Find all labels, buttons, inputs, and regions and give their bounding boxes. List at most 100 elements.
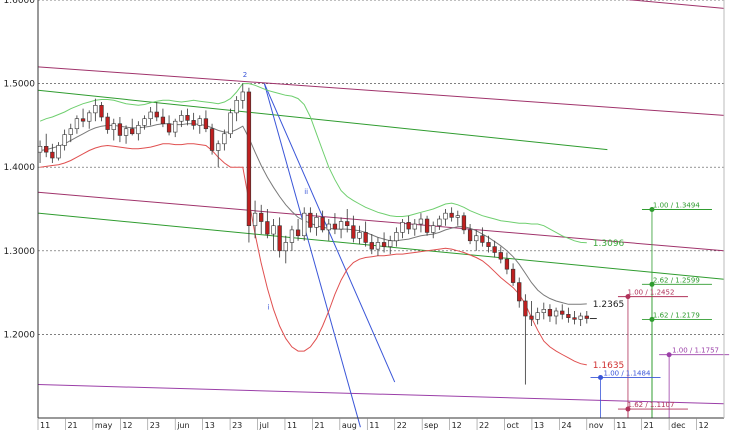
candle-bull (93, 105, 98, 114)
candle-bull (173, 120, 178, 133)
candle-bull (326, 223, 331, 231)
x-tick-label: 23 (232, 421, 242, 430)
x-tick-label: may (95, 421, 113, 430)
candle-bear (467, 229, 473, 242)
candle-bull (302, 212, 307, 237)
candle-bear (498, 252, 503, 260)
candle-bull (228, 112, 233, 135)
candle-bear (99, 105, 104, 118)
x-tick-label: jun (176, 421, 189, 430)
candle-bear (105, 116, 110, 130)
x-tick-label: 21 (644, 421, 654, 430)
x-tick-label: 12 (699, 421, 709, 430)
x-tick-label: 13 (205, 421, 215, 430)
candle-bull (197, 118, 202, 126)
x-tick-label: 11 (287, 421, 297, 430)
candle-bull (357, 232, 362, 239)
candle-bull (87, 112, 92, 122)
x-tick-label: 22 (479, 421, 489, 430)
candle-bear (369, 242, 374, 250)
chart-container: 1.00 / 1.3494 2.62 / 1.2599 1.62 / 1.2179 1… (0, 0, 730, 430)
candle-bull (455, 215, 460, 218)
candle-bear (424, 218, 430, 233)
candle-bear (517, 282, 522, 302)
candle-bull (553, 310, 559, 317)
x-tick-label: aug (342, 421, 357, 430)
candle-bear (560, 310, 565, 315)
candle-bear (154, 111, 159, 118)
x-tick-label: 11 (40, 421, 50, 430)
candle-bear (332, 223, 338, 230)
y-tick-label: 1.2000 (4, 330, 36, 340)
candle-bear (510, 268, 516, 283)
projection-label: 1.00 / 1.3494 (653, 202, 700, 210)
x-tick-label: dec (671, 421, 685, 430)
candle-bull (179, 115, 184, 122)
candle-bear (363, 232, 368, 243)
candle-bull (443, 212, 448, 220)
x-tick-label: 23 (150, 421, 160, 430)
candle-bear (259, 212, 264, 222)
x-tick-label: oct (506, 421, 518, 430)
candle-bear (381, 242, 387, 247)
candle-bull (535, 312, 540, 320)
candle-bull (283, 242, 288, 252)
candle-bull (56, 145, 61, 159)
candle-bull (474, 235, 479, 242)
candle-bull (142, 118, 147, 126)
candle-bear (44, 146, 49, 153)
projection-label: 1.62 / 1.1107 (628, 401, 675, 409)
candle-bear (523, 300, 528, 317)
projection-label: 1.00 / 1.1757 (672, 347, 719, 355)
candle-bear (480, 235, 485, 243)
candle-bear (166, 123, 172, 133)
candle-bull (314, 217, 319, 228)
candle-bear (492, 246, 497, 253)
candle-bull (123, 128, 129, 136)
candle-bear (246, 91, 252, 227)
candle-bear (572, 317, 577, 320)
candle-bull (271, 225, 276, 235)
candle-bear (547, 309, 553, 317)
candle-bull (234, 100, 239, 114)
candle-bear (461, 215, 467, 231)
projection-label: 1.00 / 1.2452 (628, 289, 675, 297)
candle-bear (191, 120, 196, 126)
x-tick-label: 11 (616, 421, 626, 430)
candle-bull (437, 218, 442, 227)
candle-bull (222, 133, 227, 145)
x-tick-label: 22 (397, 421, 407, 430)
price-chart: 1.00 / 1.3494 2.62 / 1.2599 1.62 / 1.2179 1… (0, 0, 730, 430)
projection-point (666, 352, 672, 358)
wave-label: i (267, 303, 269, 311)
candle-bear (449, 212, 454, 218)
candle-bull (62, 134, 67, 146)
wave-label: 2 (243, 71, 247, 79)
x-tick-label: 13 (534, 421, 544, 430)
upper-band-value-label: 1.3096 (593, 239, 625, 249)
candle-bear (160, 116, 166, 125)
projection-label: 2.62 / 1.2599 (653, 276, 700, 284)
candle-bear (117, 123, 123, 136)
candle-bear (320, 217, 325, 231)
lower-band-value-label: 1.1635 (593, 361, 625, 371)
candle-bear (209, 128, 215, 151)
candle-bear (345, 221, 350, 227)
x-tick-label: jul (259, 421, 270, 430)
x-tick-label: 21 (314, 421, 324, 430)
candle-bear (566, 314, 571, 318)
candle-bull (289, 229, 295, 243)
candle-bull (252, 212, 258, 227)
x-tick-label: nov (589, 421, 604, 430)
candle-bear (185, 115, 190, 121)
candle-bull (578, 315, 583, 320)
candle-bull (148, 111, 153, 120)
x-tick-label: 12 (452, 421, 462, 430)
candle-bear (130, 128, 135, 135)
candle-bull (412, 223, 417, 230)
candle-bull (68, 128, 73, 135)
candle-bear (80, 118, 86, 122)
y-tick-label: 1.6000 (4, 0, 36, 6)
candle-bear (351, 225, 356, 239)
y-tick-label: 1.3000 (4, 247, 36, 257)
